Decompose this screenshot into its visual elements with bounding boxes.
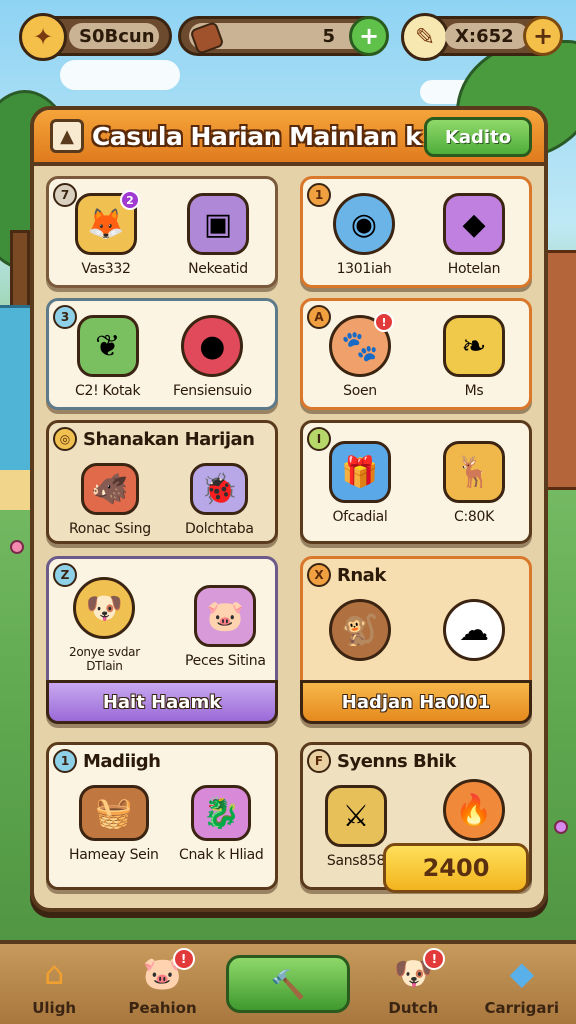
bottom-nav: ⌂ Uligh 🐷 ! Peahion 🔨 🐶 ! Dutch ◆ Carrig… [0, 940, 576, 1024]
notification-badge: ! [172, 948, 195, 970]
card-badge: 7 [53, 183, 77, 207]
monkey-icon: 🐒 [329, 599, 391, 661]
item-label: Hotelan [447, 261, 501, 277]
header-action-button[interactable]: Kadito [424, 117, 532, 157]
item-label: Vas332 [81, 261, 131, 277]
item-label: C:80K [454, 509, 494, 525]
nav-dog[interactable]: 🐶 ! Dutch [365, 944, 461, 1024]
gems-value: X:652 [455, 25, 514, 47]
item-label: 2onye svdar DTlain [69, 645, 140, 673]
purple-gift-icon: ◆ [443, 193, 505, 255]
fox-on-box-icon: 🦊 2 [75, 190, 140, 255]
card-badge: A [307, 305, 331, 329]
golden-deer-icon: 🦌 [443, 441, 505, 503]
reward-card[interactable]: A 🐾! Soen ❧ Ms [300, 298, 532, 410]
nav-home[interactable]: ⌂ Uligh [6, 944, 102, 1024]
reward-card[interactable]: Z 🐶 2onye svdar DTlain 🐷 Peces Sitina Ha… [46, 556, 278, 724]
card-badge: I [307, 427, 331, 451]
item-label: Sans858 [326, 853, 386, 869]
nav-build[interactable]: 🔨 [223, 944, 353, 1024]
daily-rewards-panel: ▲ Casula Harian Mainlan k Kadito 7 🦊 2 Va… [30, 106, 548, 912]
purple-dragon-icon: 🐉 [191, 785, 252, 841]
yellow-dog-icon: 🐶 [73, 577, 136, 639]
notification-badge: ! [374, 312, 394, 332]
card-title: Madiigh [83, 751, 161, 772]
flower [10, 540, 24, 554]
flower [554, 820, 568, 834]
nav-crystal[interactable]: ◆ Carrigari [474, 944, 570, 1024]
bugs-icon: 🐞 [190, 463, 249, 515]
item-label: Cnak k Hliad [179, 847, 264, 863]
wood-resource[interactable]: 5 + [178, 16, 389, 56]
item-label: Peces Sitina [185, 653, 266, 669]
fire-bird-icon: 🔥 [443, 779, 505, 841]
cloud [60, 60, 180, 90]
price-button[interactable]: 2400 [383, 843, 529, 893]
item-label: Ronac Ssing [69, 521, 151, 537]
brush-icon: ✎ [401, 13, 449, 61]
reward-card[interactable]: 3 ❦ C2! Kotak ● Fensiensuio [46, 298, 278, 410]
reward-card[interactable]: I 🎁 Ofcadial 🦌 C:80K [300, 420, 532, 544]
purple-box-icon: ▣ [187, 193, 249, 255]
add-gems-button[interactable]: + [523, 16, 563, 56]
add-wood-button[interactable]: + [349, 16, 389, 56]
item-label: Dolchtaba [185, 521, 254, 537]
gold-coin-icon: ◎ [53, 427, 77, 451]
red-ball-icon: ● [181, 315, 244, 377]
treasure-basket-icon: 🧺 [78, 785, 149, 841]
item-label: Fensiensuio [173, 383, 252, 399]
item-label: 1301iah [336, 261, 392, 277]
item-label: Soen [343, 383, 377, 399]
card-badge: 1 [53, 749, 77, 773]
card-title: Rnak [337, 565, 386, 586]
card-badge: X [307, 563, 331, 587]
home-icon: ⌂ [44, 954, 65, 992]
panel-header: ▲ Casula Harian Mainlan k Kadito [34, 110, 544, 166]
nav-label: Carrigari [484, 999, 559, 1017]
card-badge: 1 [307, 183, 331, 207]
food-value: S0Bcun [79, 25, 155, 47]
crystal-icon: ◆ [509, 954, 535, 992]
item-label: Ms [464, 383, 484, 399]
house-icon: ▲ [50, 119, 84, 153]
blue-gift-icon: 🎁 [329, 441, 391, 503]
ginger-root-icon: ✦ [19, 13, 67, 61]
reward-card[interactable]: F Syenns Bhik ⚔ Sans858 🔥 2400 [300, 742, 532, 893]
notification-badge: ! [423, 948, 446, 970]
gold-sword-icon: ⚔ [325, 785, 387, 847]
wood-value: 5 [322, 25, 335, 47]
item-label: Ofcadial [332, 509, 388, 525]
log-icon [189, 20, 225, 56]
item-label: C2! Kotak [75, 383, 141, 399]
card-title: Syenns Bhik [337, 751, 456, 772]
nav-label: Uligh [32, 999, 77, 1017]
gold-leaf-icon: ❧ [443, 315, 505, 377]
blue-orb-icon: ◉ [333, 193, 395, 255]
green-fruit-icon: ❦ [76, 315, 139, 377]
gems-resource[interactable]: ✎ X:652 + [401, 13, 563, 61]
card-badge: F [307, 749, 331, 773]
red-beast-icon: 🐗 [80, 463, 139, 515]
critter-icon: 🐾! [329, 312, 394, 377]
nav-pets[interactable]: 🐷 ! Peahion [115, 944, 211, 1024]
purple-pig-icon: 🐷 [194, 585, 257, 647]
item-label: Nekeatid [188, 261, 248, 277]
notification-badge: 2 [120, 190, 140, 210]
reward-card[interactable]: X Rnak 🐒 ☁ Hadjan Ha0l01 [300, 556, 532, 724]
reward-card[interactable]: 7 🦊 2 Vas332 ▣ Nekeatid [46, 176, 278, 288]
claim-button[interactable]: Hait Haamk [46, 680, 278, 724]
white-cloud-creature-icon: ☁ [443, 599, 505, 661]
reward-card[interactable]: ◎ Shanakan Harijan 🐗 Ronac Ssing 🐞 Dolch… [46, 420, 278, 544]
nav-label: Dutch [388, 999, 439, 1017]
card-title: Shanakan Harijan [83, 429, 255, 450]
reward-card[interactable]: 1 Madiigh 🧺 Hameay Sein 🐉 Cnak k Hliad [46, 742, 278, 890]
claim-button[interactable]: Hadjan Ha0l01 [300, 680, 532, 724]
hammer-icon: 🔨 [225, 955, 350, 1013]
item-label: Hameay Sein [69, 847, 159, 863]
card-badge: 3 [53, 305, 77, 329]
reward-card[interactable]: 1 ◉ 1301iah ◆ Hotelan [300, 176, 532, 288]
panel-title: Casula Harian Mainlan k [92, 121, 422, 151]
nav-label: Peahion [128, 999, 197, 1017]
food-resource[interactable]: ✦ S0Bcun [19, 13, 172, 61]
